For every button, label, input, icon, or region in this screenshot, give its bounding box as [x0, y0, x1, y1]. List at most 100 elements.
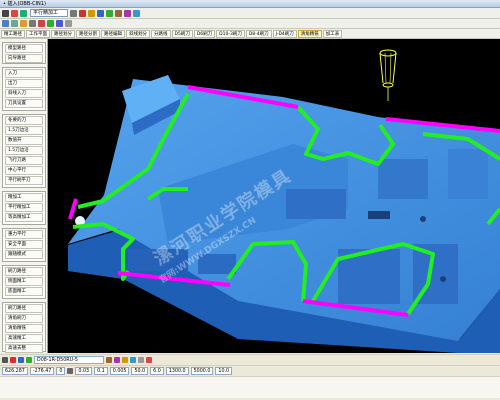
feed-field[interactable]: 1300.0: [165, 366, 189, 375]
tool-select[interactable]: D08-1R-D50RU-5: [34, 355, 104, 364]
sidebar-item[interactable]: 重力平行: [5, 230, 43, 239]
red-tool-icon[interactable]: [79, 9, 86, 17]
sidebar-item[interactable]: 中心平行: [5, 166, 43, 175]
tab-10[interactable]: D8-4刷刀: [245, 29, 272, 38]
cyan-icon[interactable]: [130, 356, 136, 363]
tab-8[interactable]: D6刷刀: [193, 29, 216, 38]
number-field[interactable]: 10.0: [215, 366, 233, 375]
sidebar-item[interactable]: 清角刷刀: [5, 314, 43, 323]
sidebar-item[interactable]: 平行刷平刀: [5, 176, 43, 185]
status-bar: [0, 376, 500, 398]
tab-13[interactable]: 加工表: [322, 29, 343, 38]
sidebar-item[interactable]: 平行精加工: [5, 203, 43, 212]
param-field-4[interactable]: 50.0: [131, 366, 149, 375]
yellow-icon[interactable]: [122, 356, 128, 363]
sidebar-panel-3: 冬要的刀 1.5刀边沿 数值开 1.5刀边沿 飞行刀路 中心平行 平行刷平刀: [2, 114, 46, 188]
sidebar-panel-4: 精加工 平行精加工 等高精加工: [2, 191, 46, 225]
window-title-bar[interactable]: • 插入(OBB-CIN1): [0, 0, 500, 8]
tab-7[interactable]: D5刷刀: [171, 29, 193, 38]
sidebar-item[interactable]: 1.5刀边沿: [5, 146, 43, 155]
add-icon[interactable]: [20, 9, 27, 17]
stop-icon[interactable]: [146, 356, 152, 363]
tool-icon[interactable]: [2, 356, 8, 363]
tab-11[interactable]: J-D4刷刀: [272, 29, 297, 38]
tab-3[interactable]: 路径分割: [76, 29, 100, 38]
tab-0[interactable]: 精工路径: [1, 29, 25, 38]
speed-field[interactable]: 5000.0: [190, 366, 214, 375]
purple-icon[interactable]: [114, 356, 120, 363]
green-icon[interactable]: [26, 356, 32, 363]
tab-12[interactable]: 清角精铣: [297, 29, 322, 38]
red-icon[interactable]: [10, 356, 16, 363]
wire-icon[interactable]: [29, 20, 36, 27]
param-field-2[interactable]: 0.1: [94, 366, 108, 375]
lock-icon[interactable]: [67, 367, 74, 374]
blue-tool-icon[interactable]: [97, 9, 104, 17]
delete-icon[interactable]: [11, 9, 18, 17]
layer-icon[interactable]: [56, 20, 63, 27]
view-toolbar: [0, 19, 500, 29]
sidebar-item[interactable]: 等高精加工: [5, 213, 43, 222]
main-toolbar: 平行精加工: [0, 8, 500, 19]
sidebar-panel-6: 刷刀路径 侧面精工 底面精工: [2, 265, 46, 299]
zoom-icon[interactable]: [11, 20, 18, 27]
3d-viewport[interactable]: 漯河职业学院模具 官网:WWW.DGXSZX.CN: [48, 39, 500, 353]
path-icon[interactable]: [47, 20, 54, 27]
tab-4[interactable]: 路径编辑: [101, 29, 125, 38]
sidebar-item[interactable]: 刷刀路径: [5, 267, 43, 276]
sidebar-item[interactable]: 清角精铣: [5, 324, 43, 333]
file-icon[interactable]: [2, 9, 9, 17]
sidebar-item[interactable]: 高速去整: [5, 344, 43, 353]
sidebar-item[interactable]: 安全平面: [5, 240, 43, 249]
sidebar-item[interactable]: 斜线入刀: [5, 89, 43, 98]
param-field-3[interactable]: 0.005: [109, 366, 130, 375]
sidebar-item[interactable]: 底面精工: [5, 287, 43, 296]
tab-9[interactable]: D10-3刷刀: [216, 29, 245, 38]
strategy-sidebar: 模型路径 向导路径 入刀 出刀 斜线入刀 刀具设置 冬要的刀 1.5刀边沿 数值…: [0, 39, 48, 353]
sidebar-panel-1: 模型路径 向导路径: [2, 42, 46, 64]
view-icon[interactable]: [2, 20, 9, 27]
blue-icon[interactable]: [18, 356, 24, 363]
tab-1[interactable]: 工作平面: [26, 29, 50, 38]
sidebar-item[interactable]: 出刀: [5, 79, 43, 88]
tab-2[interactable]: 路径划分: [51, 29, 75, 38]
sidebar-item[interactable]: 跟随模式: [5, 250, 43, 259]
hole: [420, 216, 426, 222]
sidebar-item[interactable]: 模型路径: [5, 44, 43, 53]
sidebar-item[interactable]: 刀具设置: [5, 99, 43, 108]
operation-type-select[interactable]: 平行精加工: [30, 9, 68, 17]
status-area: D08-1R-D50RU-5 626.287 -276.47 0 0.03 0.…: [0, 353, 500, 400]
sidebar-item[interactable]: 冬要的刀: [5, 116, 43, 125]
sidebar-item[interactable]: 精加工: [5, 193, 43, 202]
brown-tool-icon[interactable]: [115, 9, 122, 17]
sidebar-item[interactable]: 数值开: [5, 136, 43, 145]
strategy-tabs: 精工路径 工作平面 路径划分 路径分割 路径编辑 斜线划分 分路线 D5刷刀 D…: [0, 29, 500, 39]
sidebar-panel-2: 入刀 出刀 斜线入刀 刀具设置: [2, 67, 46, 111]
grid-icon[interactable]: [65, 20, 72, 27]
param-field-5[interactable]: 6.0: [150, 366, 164, 375]
pocket: [286, 189, 346, 219]
chevron-down-icon[interactable]: [70, 9, 77, 17]
yellow-tool-icon[interactable]: [88, 9, 95, 17]
sidebar-item[interactable]: 高速精工: [5, 334, 43, 343]
cyan-tool-icon[interactable]: [133, 9, 140, 17]
purple-tool-icon[interactable]: [124, 9, 131, 17]
coord-x: 626.287: [2, 366, 28, 375]
param-field-1[interactable]: 0.03: [75, 366, 93, 375]
gray-icon[interactable]: [138, 356, 144, 363]
sidebar-item[interactable]: 向导路径: [5, 54, 43, 63]
shade-icon[interactable]: [20, 20, 27, 27]
sidebar-item[interactable]: 1.5刀边沿: [5, 126, 43, 135]
sidebar-panel-7: 刷刀路径 清角刷刀 清角精铣 高速精工 高速去整: [2, 302, 46, 353]
sidebar-item[interactable]: 飞行刀路: [5, 156, 43, 165]
tab-6[interactable]: 分路线: [151, 29, 171, 38]
tab-5[interactable]: 斜线划分: [126, 29, 150, 38]
color-icon[interactable]: [38, 20, 45, 27]
green-tool-icon[interactable]: [106, 9, 113, 17]
brown-icon[interactable]: [106, 356, 112, 363]
tool-row: D08-1R-D50RU-5: [0, 354, 500, 364]
coord-z: 0: [56, 366, 66, 375]
sidebar-item[interactable]: 侧面精工: [5, 277, 43, 286]
sidebar-item[interactable]: 入刀: [5, 69, 43, 78]
sidebar-item[interactable]: 刷刀路径: [5, 304, 43, 313]
